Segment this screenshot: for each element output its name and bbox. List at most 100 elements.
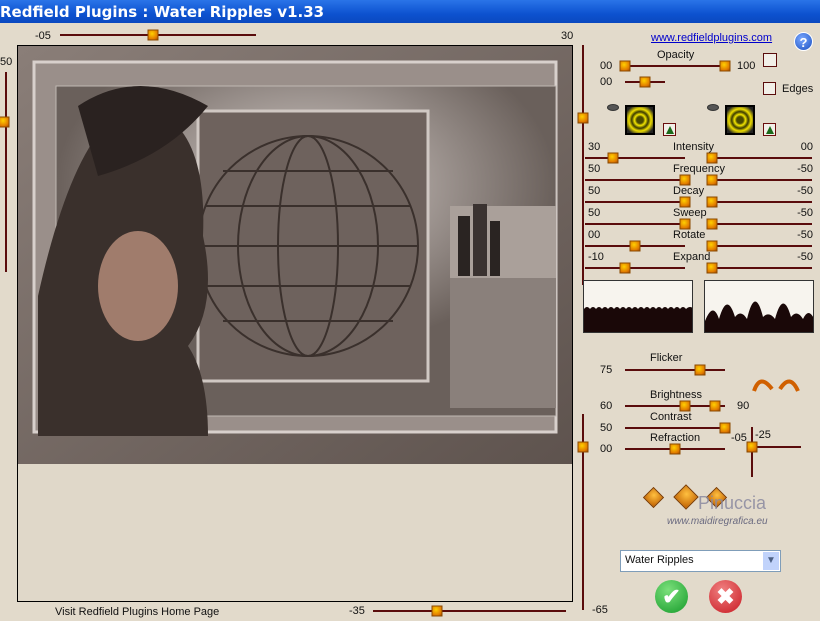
decay-right-value: -50 (797, 185, 813, 197)
edges-checkbox[interactable] (763, 82, 776, 95)
opacity-thumb-high[interactable] (719, 60, 731, 72)
intensity-right-value: 00 (800, 141, 813, 153)
right-vertical-slider-bottom-thumb[interactable] (577, 441, 589, 453)
bottom-slider[interactable] (373, 610, 566, 612)
cross-x-value: -05 (731, 432, 747, 444)
wave-swatch-left[interactable] (625, 105, 655, 135)
expand-right-value: -50 (797, 251, 813, 263)
opacity-second-value: 00 (600, 76, 613, 88)
decay-right-slider[interactable] (710, 201, 812, 203)
refraction-thumb[interactable] (669, 443, 681, 455)
bottom-slider-thumb[interactable] (431, 605, 443, 617)
crosshair-thumb[interactable] (746, 441, 758, 453)
brightness-max-thumb[interactable] (709, 400, 721, 412)
intensity-left-thumb[interactable] (607, 152, 619, 164)
opacity-thumb-low[interactable] (619, 60, 631, 72)
brightness-label: Brightness (650, 389, 702, 401)
opacity-second-thumb[interactable] (639, 76, 651, 88)
cancel-button[interactable]: ✖ (709, 580, 742, 613)
edges-label: Edges (782, 83, 814, 95)
right-vertical-slider-top[interactable] (582, 45, 584, 285)
decay-left-value: 50 (588, 185, 601, 197)
intensity-right-slider[interactable] (710, 157, 812, 159)
flicker-thumb[interactable] (694, 364, 706, 376)
decay-right-thumb[interactable] (706, 196, 718, 208)
right-vertical-slider-top-thumb[interactable] (577, 112, 589, 124)
decay-label: Decay (673, 185, 705, 197)
rotate-label: Rotate (673, 229, 706, 241)
top-right-value: 30 (561, 30, 574, 42)
rotate-right-slider[interactable] (710, 245, 812, 247)
title-bar: Redfield Plugins : Water Ripples v1.33 (0, 0, 820, 23)
opacity-max: 100 (737, 60, 756, 72)
sweep-label: Sweep (673, 207, 707, 219)
eye-icon[interactable] (607, 104, 619, 111)
random-dice-icon[interactable] (642, 486, 665, 509)
contrast-slider[interactable] (625, 427, 725, 429)
left-slider-value: 50 (0, 56, 13, 68)
waveform-preview-right (704, 280, 814, 333)
frequency-right-thumb[interactable] (706, 174, 718, 186)
contrast-value: 50 (600, 422, 613, 434)
preset-dropdown[interactable]: Water Ripples ▼ (620, 550, 781, 572)
rotate-left-value: 00 (588, 229, 601, 241)
chevron-down-icon[interactable]: ▼ (763, 552, 779, 570)
frequency-right-slider[interactable] (710, 179, 812, 181)
intensity-left-value: 30 (588, 141, 601, 153)
brightness-max: 90 (737, 400, 750, 412)
tree-icon[interactable] (663, 123, 676, 136)
top-slider-thumb[interactable] (147, 29, 159, 41)
undo-redo-arrows-icon[interactable] (750, 373, 802, 393)
rotate-right-thumb[interactable] (706, 240, 718, 252)
expand-right-thumb[interactable] (706, 262, 718, 274)
expand-left-slider[interactable] (585, 267, 685, 269)
preview-area[interactable] (17, 45, 573, 602)
contrast-label: Contrast (650, 411, 692, 423)
tree-icon[interactable] (763, 123, 776, 136)
opacity-checkbox[interactable] (763, 53, 777, 67)
expand-left-thumb[interactable] (619, 262, 631, 274)
close-icon: ✖ (716, 584, 735, 609)
contrast-thumb[interactable] (719, 422, 731, 434)
brightness-value: 60 (600, 400, 613, 412)
intensity-label: Intensity (673, 141, 714, 153)
sweep-right-value: -50 (797, 207, 813, 219)
opacity-slider[interactable] (625, 65, 725, 67)
home-page-link[interactable]: Visit Redfield Plugins Home Page (55, 606, 219, 618)
ok-button[interactable]: ✔ (655, 580, 688, 613)
crosshair-horizontal[interactable] (751, 446, 801, 448)
rotate-left-thumb[interactable] (629, 240, 641, 252)
wave-swatch-right[interactable] (725, 105, 755, 135)
preview-image (18, 46, 572, 464)
brightness-thumb[interactable] (679, 400, 691, 412)
random-all-dice-icon[interactable] (673, 484, 699, 510)
intensity-left-slider[interactable] (585, 157, 685, 159)
frequency-label: Frequency (673, 163, 725, 175)
flicker-slider[interactable] (625, 369, 725, 371)
intensity-right-thumb[interactable] (706, 152, 718, 164)
watermark-name: Pinuccia (698, 493, 767, 513)
checkmark-icon: ✔ (662, 584, 681, 609)
help-icon[interactable]: ? (794, 32, 813, 51)
left-slider[interactable] (5, 72, 7, 272)
sweep-left-thumb[interactable] (679, 218, 691, 230)
refraction-label: Refraction (650, 432, 701, 444)
rotate-right-value: -50 (797, 229, 813, 241)
opacity-min: 00 (600, 60, 613, 72)
frequency-right-value: -50 (797, 163, 813, 175)
watermark-url: www.maidiregrafica.eu (667, 516, 768, 527)
sweep-right-thumb[interactable] (706, 218, 718, 230)
sweep-right-slider[interactable] (710, 223, 812, 225)
site-link[interactable]: www.redfieldplugins.com (651, 32, 772, 44)
decay-left-thumb[interactable] (679, 196, 691, 208)
bottom-slider-value: -35 (349, 605, 365, 617)
decay-left-slider[interactable] (585, 201, 685, 203)
expand-label: Expand (673, 251, 711, 263)
frequency-left-thumb[interactable] (679, 174, 691, 186)
sweep-left-slider[interactable] (585, 223, 685, 225)
expand-right-slider[interactable] (710, 267, 812, 269)
flicker-label: Flicker (650, 352, 683, 364)
left-slider-thumb[interactable] (0, 116, 10, 128)
frequency-left-slider[interactable] (585, 179, 685, 181)
eye-icon[interactable] (707, 104, 719, 111)
